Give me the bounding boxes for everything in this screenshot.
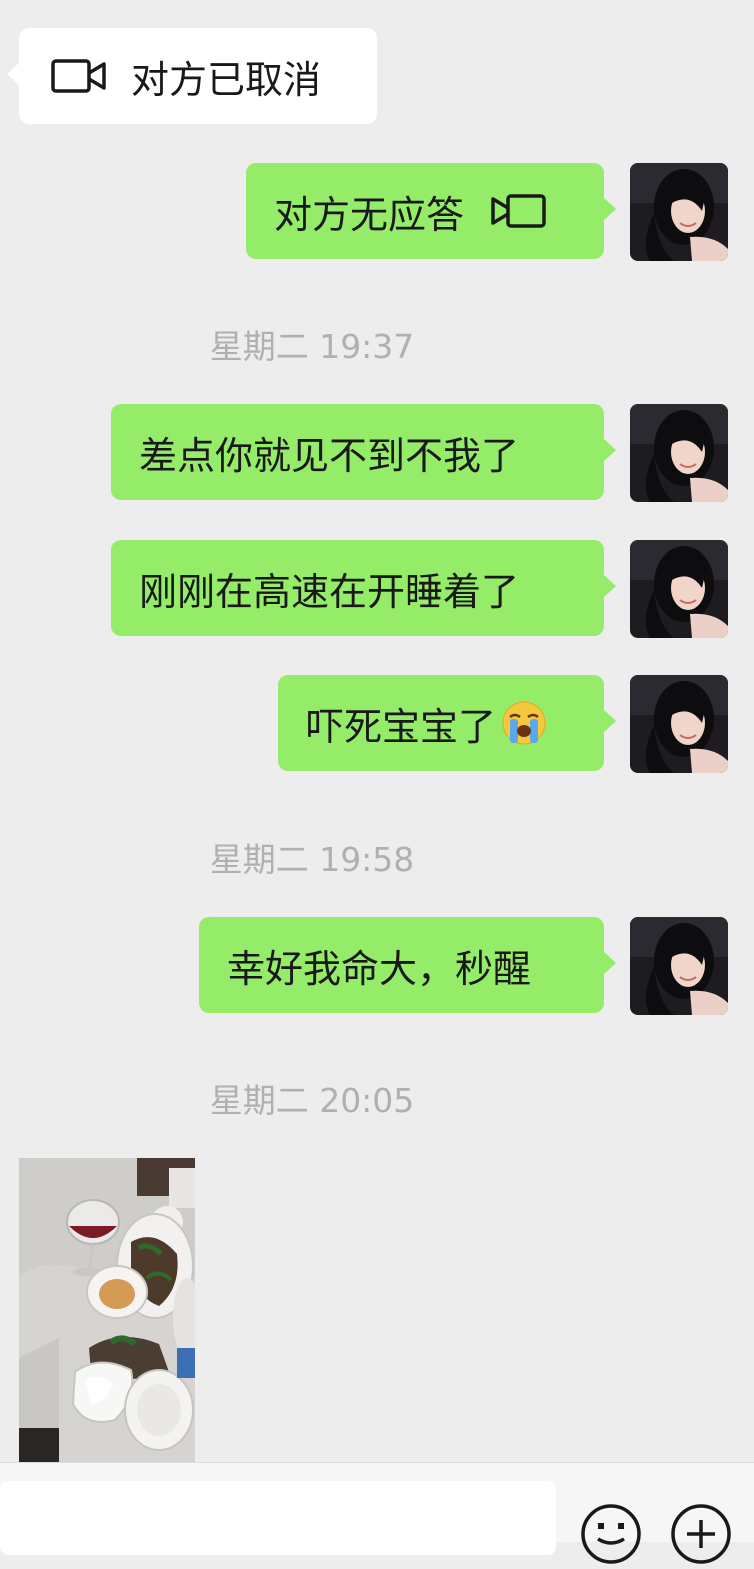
message-bubble[interactable]: 吓死宝宝了	[278, 675, 616, 771]
input-bar	[0, 1462, 754, 1564]
video-camera-icon	[490, 194, 546, 228]
avatar[interactable]	[630, 917, 728, 1015]
avatar[interactable]	[630, 540, 728, 638]
call-no-answer-bubble[interactable]: 对方无应答	[246, 163, 616, 259]
photo-message[interactable]	[19, 1158, 195, 1462]
avatar[interactable]	[630, 163, 728, 261]
smiley-icon[interactable]	[580, 1503, 642, 1569]
message-bubble[interactable]: 刚刚在高速在开睡着了	[111, 540, 616, 636]
chat-area[interactable]: 对方已取消 对方无应答 星期二 19:37 差点你就见不到不我了 刚刚在高速在开…	[0, 0, 754, 1462]
plus-circle-icon[interactable]	[670, 1503, 732, 1569]
message-text: 差点你就见不到不我了	[139, 433, 520, 478]
avatar[interactable]	[630, 675, 728, 773]
call-no-answer-text: 对方无应答	[274, 192, 465, 237]
crying-face-emoji	[500, 699, 548, 747]
call-cancelled-text: 对方已取消	[131, 57, 322, 102]
video-camera-icon	[51, 59, 107, 93]
message-text: 吓死宝宝了	[306, 704, 497, 749]
timestamp: 星期二 19:58	[209, 840, 415, 879]
message-text: 刚刚在高速在开睡着了	[139, 569, 520, 614]
message-bubble[interactable]: 差点你就见不到不我了	[111, 404, 616, 500]
message-bubble[interactable]: 幸好我命大，秒醒	[199, 917, 616, 1013]
timestamp: 星期二 19:37	[209, 327, 415, 366]
call-cancelled-bubble[interactable]: 对方已取消	[7, 28, 377, 124]
message-input[interactable]	[0, 1481, 556, 1555]
timestamp: 星期二 20:05	[209, 1081, 415, 1120]
avatar[interactable]	[630, 404, 728, 502]
message-text: 幸好我命大，秒醒	[227, 946, 532, 991]
